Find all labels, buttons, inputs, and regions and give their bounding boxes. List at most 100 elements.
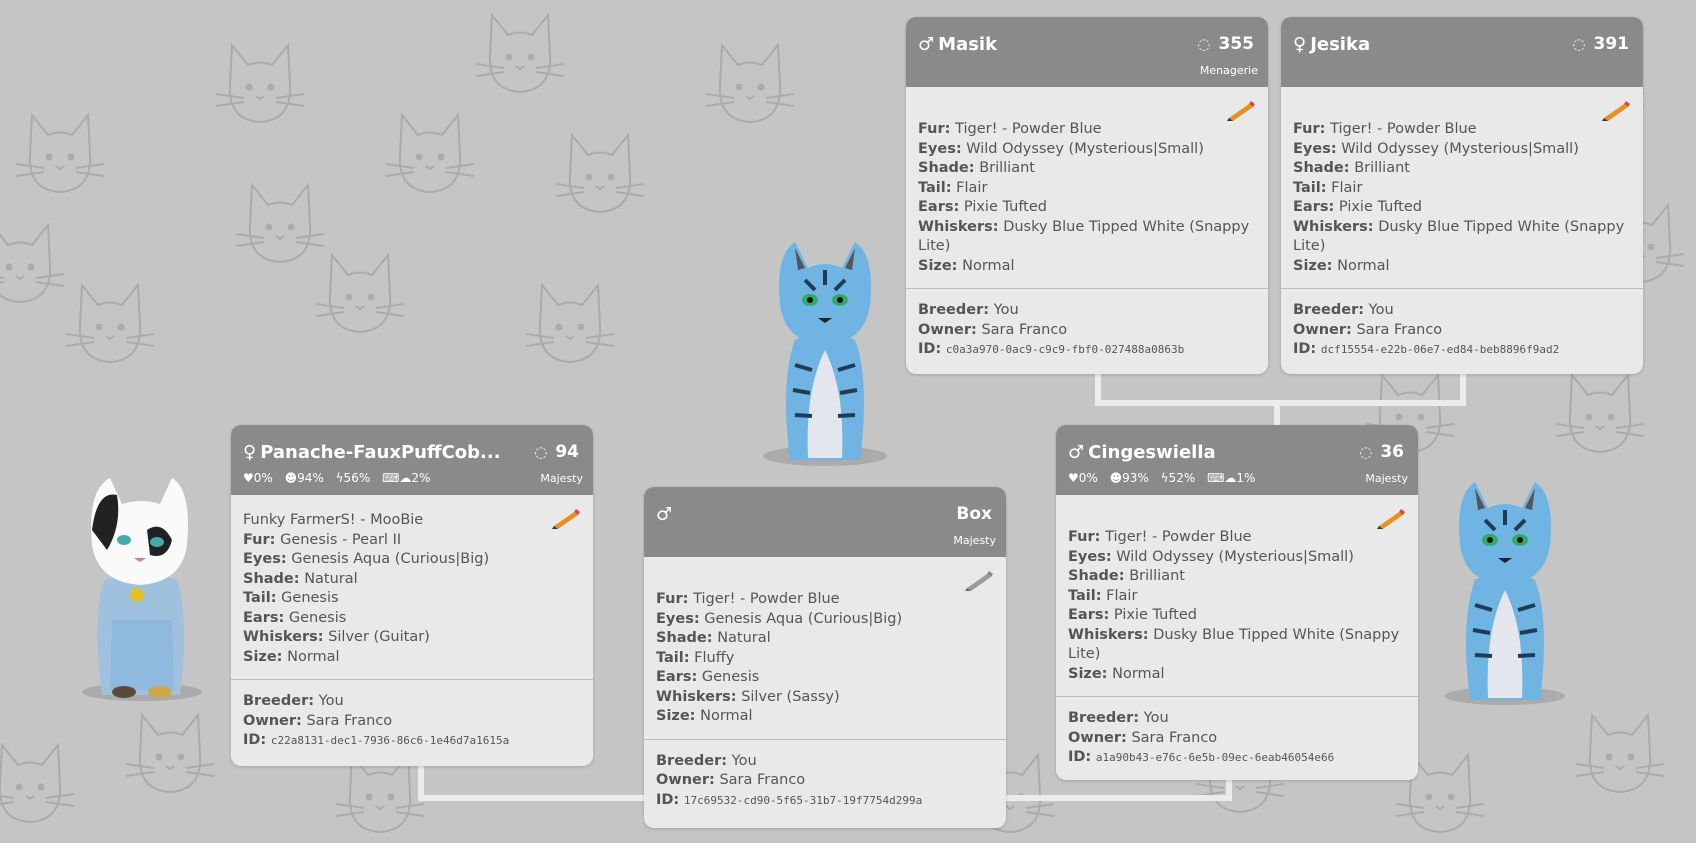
cat-name[interactable]: ♀ Jesika: [1293, 34, 1370, 55]
trait-shade: Shade: Brilliant: [1068, 568, 1185, 584]
pencil-icon[interactable]: [1601, 99, 1631, 121]
cat-card-jesika: ♀ Jesika ◌ 391 Fur: Tiger! - Powder Blue E…: [1281, 17, 1643, 374]
trait-tail: Tail: Flair: [918, 179, 988, 196]
trait-shade: Shade: Brilliant: [918, 160, 1035, 176]
cat-name-text: Box: [956, 504, 992, 524]
trait-eyes: Eyes: Genesis Aqua (Curious|Big): [656, 610, 903, 627]
cat-name[interactable]: ♂ Cingeswiella: [1068, 442, 1216, 463]
love-stat: ♥0%: [243, 471, 273, 485]
cat-figure-box[interactable]: [750, 230, 900, 470]
male-icon: ♂: [656, 504, 673, 525]
trait-size: Size: Normal: [243, 648, 340, 665]
trait-ears: Ears: Pixie Tufted: [918, 199, 1047, 215]
trait-eyes: Eyes: Wild Odyssey (Mysterious|Small): [1068, 548, 1354, 565]
loader-ring-icon: ◌: [1197, 35, 1211, 53]
card-traits: Fur: Tiger! - Powder Blue Eyes: Wild Ody…: [1281, 87, 1643, 288]
energy-stat: ϟ56%: [335, 471, 371, 485]
count-value: 355: [1218, 34, 1255, 54]
location-label: Majesty: [1365, 472, 1408, 485]
location-label: Menagerie: [1199, 64, 1258, 77]
owner: Owner: Sara Franco: [1293, 321, 1443, 338]
cat-card-masik: ♂ Masik ◌ 355 Menagerie Fur: Tiger! - Powd…: [906, 17, 1268, 374]
card-footer: Breeder: You Owner: Sara Franco ID: c22a…: [231, 679, 593, 761]
trait-shade: Shade: Natural: [656, 630, 771, 646]
cat-name-text: Panache-FauxPuffCob...: [260, 442, 501, 463]
trait-eyes: Eyes: Genesis Aqua (Curious|Big): [243, 551, 490, 567]
owner: Owner: Sara Franco: [918, 321, 1068, 338]
cat-id: ID: a1a90b43-e76c-6e5b-09ec-6eab46054e66: [1068, 749, 1335, 765]
care-stat: ⌨☁1%: [1207, 471, 1256, 485]
cat-id: ID: c22a8131-dec1-7936-86c6-1e46d7a1615a: [243, 732, 510, 748]
cat-card-box: ♂ Box Majesty Fur: Tiger! - Powder Blue …: [644, 487, 1006, 828]
card-footer: Breeder: You Owner: Sara Franco ID: c0a3…: [906, 288, 1268, 370]
count-value: 94: [555, 442, 579, 462]
cat-name-text: Masik: [938, 34, 998, 55]
cat-name-text: Cingeswiella: [1088, 442, 1216, 463]
cat-id: ID: 17c69532-cd90-5f65-31b7-19f7754d299a: [656, 791, 923, 808]
cat-figure-panache[interactable]: [62, 470, 212, 710]
card-header: ♂ Box Majesty: [644, 487, 1006, 557]
owner: Owner: Sara Franco: [1068, 729, 1218, 746]
outfit-name: Funky FarmerS! - MooBie: [243, 512, 424, 528]
cat-name-text: Jesika: [1310, 34, 1371, 55]
cat-name-right[interactable]: Box: [956, 504, 992, 524]
cat-name[interactable]: ♂ Masik: [918, 34, 997, 55]
breeder: Breeder: You: [1293, 302, 1394, 318]
count: ◌ 36: [1359, 442, 1404, 462]
location-label: Majesty: [953, 534, 996, 547]
loader-ring-icon: ◌: [1572, 35, 1586, 53]
breeder: Breeder: You: [656, 752, 757, 769]
connector: [1274, 400, 1280, 426]
breeder: Breeder: You: [243, 693, 344, 709]
cat-figure-cingeswiella[interactable]: [1430, 470, 1580, 710]
loader-ring-icon: ◌: [534, 443, 548, 461]
cat-name[interactable]: ♂: [656, 504, 676, 525]
card-header: ♀ Panache-FauxPuffCob... ◌ 94 ♥0% ☻94% ϟ56…: [231, 425, 593, 495]
count-value: 36: [1380, 442, 1404, 462]
female-icon: ♀: [243, 442, 257, 463]
stats-bar: ♥0% ☻94% ϟ56% ⌨☁2%: [243, 471, 438, 485]
card-traits: Fur: Tiger! - Powder Blue Eyes: Wild Ody…: [906, 87, 1268, 288]
owner: Owner: Sara Franco: [243, 712, 393, 729]
breeder: Breeder: You: [1068, 710, 1169, 726]
trait-whiskers: Whiskers: Dusky Blue Tipped White (Snapp…: [918, 218, 1250, 255]
card-traits: Fur: Tiger! - Powder Blue Eyes: Wild Ody…: [1056, 495, 1418, 696]
male-icon: ♂: [918, 34, 935, 55]
trait-size: Size: Normal: [1068, 665, 1165, 682]
trait-ears: Ears: Genesis: [243, 609, 347, 626]
owner: Owner: Sara Franco: [656, 772, 806, 788]
trait-whiskers: Whiskers: Dusky Blue Tipped White (Snapp…: [1068, 626, 1400, 663]
trait-size: Size: Normal: [1293, 257, 1390, 274]
trait-tail: Tail: Fluffy: [656, 649, 735, 666]
count-value: 391: [1593, 34, 1630, 54]
stats-bar: ♥0% ☻93% ϟ52% ⌨☁1%: [1068, 471, 1263, 485]
pencil-icon[interactable]: [551, 507, 581, 529]
card-header: ♂ Masik ◌ 355 Menagerie: [906, 17, 1268, 87]
trait-fur: Fur: Tiger! - Powder Blue: [1068, 529, 1252, 545]
trait-whiskers: Whiskers: Silver (Guitar): [243, 629, 430, 645]
energy-stat: ϟ52%: [1160, 471, 1196, 485]
care-stat: ⌨☁2%: [382, 471, 431, 485]
pencil-icon[interactable]: [1226, 99, 1256, 121]
trait-fur: Fur: Tiger! - Powder Blue: [918, 121, 1102, 137]
location-label: Majesty: [540, 472, 583, 485]
cat-name[interactable]: ♀ Panache-FauxPuffCob...: [243, 442, 501, 463]
count: ◌ 391: [1572, 34, 1629, 54]
pencil-icon[interactable]: [1376, 507, 1406, 529]
cat-id: ID: dcf15554-e22b-06e7-ed84-beb8896f9ad2: [1293, 341, 1560, 357]
happiness-stat: ☻93%: [1109, 471, 1149, 485]
trait-whiskers: Whiskers: Silver (Sassy): [656, 688, 840, 705]
trait-tail: Tail: Genesis: [243, 590, 339, 606]
male-icon: ♂: [1068, 442, 1085, 463]
love-stat: ♥0%: [1068, 471, 1098, 485]
trait-tail: Tail: Flair: [1068, 587, 1138, 604]
trait-fur: Fur: Tiger! - Powder Blue: [1293, 121, 1477, 137]
card-traits: Funky FarmerS! - MooBie Fur: Genesis - P…: [231, 495, 593, 679]
happiness-stat: ☻94%: [284, 471, 324, 485]
card-footer: Breeder: You Owner: Sara Franco ID: a1a9…: [1056, 696, 1418, 778]
trait-eyes: Eyes: Wild Odyssey (Mysterious|Small): [918, 140, 1204, 157]
female-icon: ♀: [1293, 34, 1307, 55]
trait-fur: Fur: Genesis - Pearl II: [243, 531, 402, 548]
trait-shade: Shade: Brilliant: [1293, 160, 1410, 176]
card-header: ♂ Cingeswiella ◌ 36 ♥0% ☻93% ϟ52% ⌨☁1% Maj…: [1056, 425, 1418, 495]
